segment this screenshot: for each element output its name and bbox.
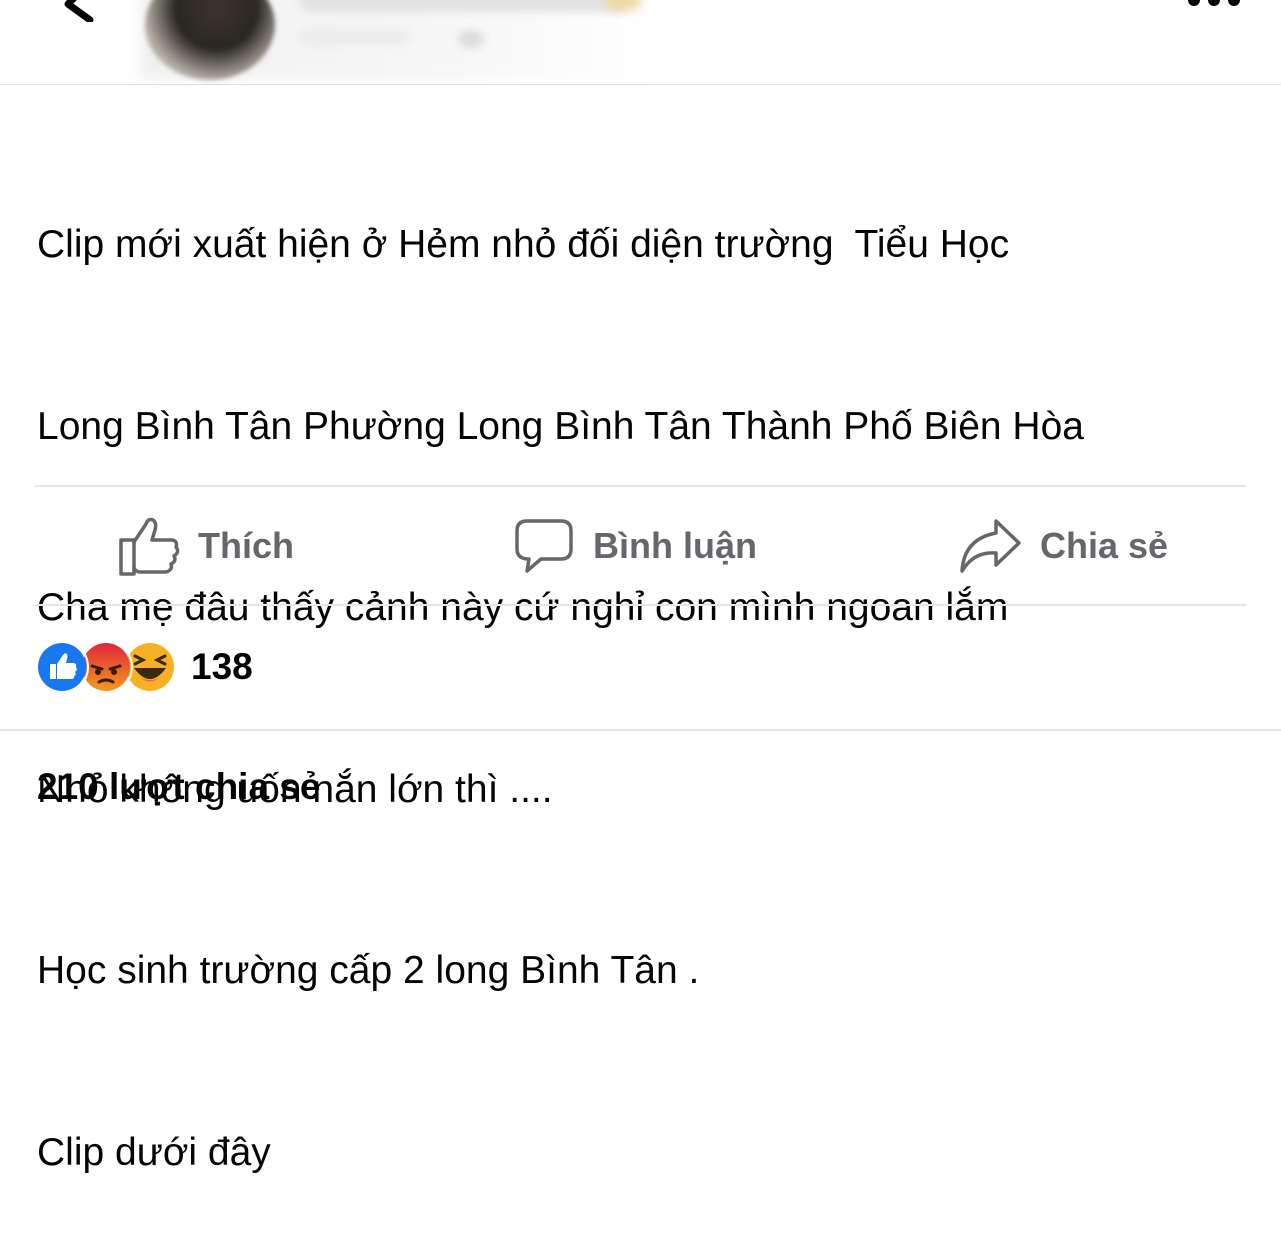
comment-bubble-icon	[515, 518, 573, 573]
post-header	[0, 0, 1281, 84]
author-badge-blurred	[605, 0, 641, 10]
author-name-blurred[interactable]	[300, 0, 630, 12]
share-arrow-icon	[960, 518, 1021, 573]
share-button[interactable]: Chia sẻ	[958, 487, 1168, 604]
reactions-summary[interactable]: 138	[35, 640, 253, 694]
like-label: Thích	[198, 524, 294, 566]
cropped-header-glyphs	[815, 0, 925, 6]
post-line: Clip dưới đây	[37, 1130, 271, 1174]
back-icon[interactable]	[60, 0, 100, 22]
comment-label: Bình luận	[593, 524, 757, 566]
post-line: Clip mới xuất hiện ở Hẻm nhỏ đối diện tr…	[37, 223, 1010, 266]
post-action-bar: Thích Bình luận Chia sẻ	[0, 487, 1281, 604]
like-reaction-icon	[35, 640, 89, 694]
header-divider	[0, 84, 1281, 85]
comment-button[interactable]: Bình luận	[513, 487, 757, 604]
more-options-icon[interactable]	[1186, 0, 1242, 10]
post-time-blurred	[300, 30, 410, 44]
reaction-count: 138	[191, 646, 253, 687]
post-line: Long Bình Tân Phường Long Bình Tân Thành…	[37, 404, 1084, 448]
post-line: Học sinh trường cấp 2 long Bình Tân .	[37, 949, 700, 992]
share-count[interactable]: 210 lượt chia sẻ	[37, 766, 320, 808]
shares-divider	[0, 729, 1281, 731]
privacy-icon	[458, 30, 484, 48]
thumbs-up-icon	[119, 517, 180, 576]
actions-bottom-divider	[35, 604, 1246, 606]
share-label: Chia sẻ	[1040, 524, 1169, 566]
like-button[interactable]: Thích	[118, 487, 294, 604]
